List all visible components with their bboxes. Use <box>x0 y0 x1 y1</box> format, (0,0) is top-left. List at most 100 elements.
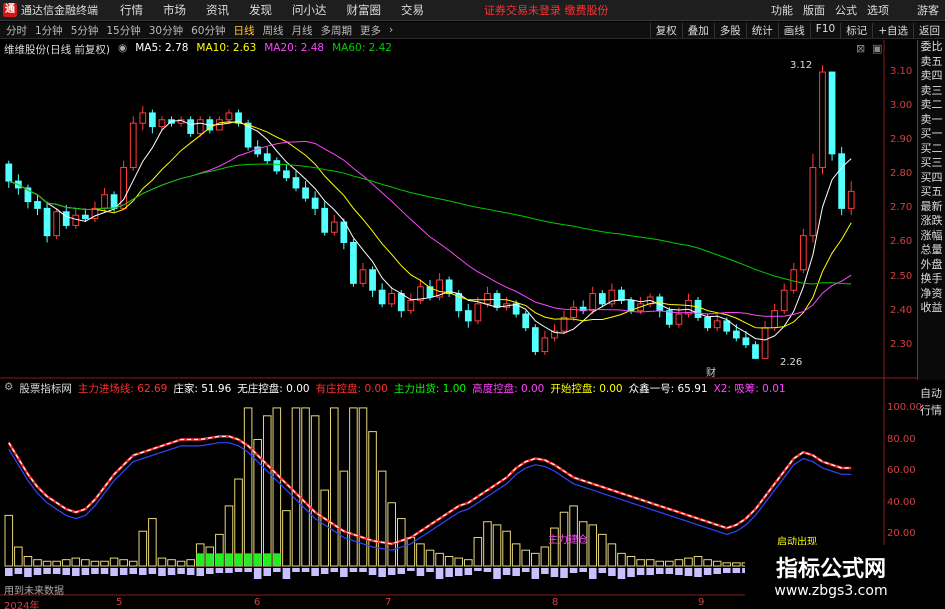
back-button[interactable]: 返回 <box>913 22 945 38</box>
indicator-bar <box>310 415 320 567</box>
negative-bar <box>569 568 578 573</box>
negative-bar <box>445 568 453 577</box>
indicator-bar <box>14 546 23 567</box>
indicator-bar <box>291 407 301 567</box>
indicator-bar <box>138 530 148 567</box>
price-axis-label: 3.00 <box>890 100 913 112</box>
indicator-bar <box>100 560 109 567</box>
negative-bar <box>139 568 147 575</box>
negative-bar <box>24 568 32 577</box>
quote-change-pct[interactable]: 涨幅 <box>918 229 945 244</box>
time-label-9: 9 <box>698 597 705 608</box>
candle-body <box>101 194 108 209</box>
negative-bar <box>225 568 233 573</box>
watermark-url: www.zbgs3.com <box>774 583 888 599</box>
quote-sell1[interactable]: 卖一 <box>918 113 945 128</box>
quote-volume[interactable]: 总量 <box>918 243 945 258</box>
negative-bar <box>531 568 540 579</box>
candle-body <box>723 320 731 332</box>
negative-bar <box>598 568 607 573</box>
candle-body <box>570 306 577 318</box>
side-auto[interactable]: 自动 <box>917 385 945 402</box>
candle-body <box>388 293 396 305</box>
quote-bid-ratio[interactable]: 委比 <box>918 40 945 55</box>
negative-bar <box>234 568 243 572</box>
candle-body <box>397 293 405 312</box>
negative-bar <box>320 568 329 574</box>
side-quotes[interactable]: 行情 <box>917 402 945 419</box>
indicator-bar <box>148 518 157 567</box>
indicator-bar <box>186 559 195 567</box>
quote-outer[interactable]: 外盘 <box>918 258 945 273</box>
negative-bar <box>100 568 109 574</box>
candle-body <box>187 119 195 134</box>
candle-body <box>330 221 338 233</box>
watermark: 指标公式网 www.zbgs3.com <box>745 545 917 607</box>
indicator-bar <box>272 407 282 567</box>
indicator-bar <box>234 478 243 567</box>
indicator-bar <box>42 560 52 567</box>
quote-turnover[interactable]: 换手 <box>918 272 945 287</box>
indicator-bar <box>712 560 722 567</box>
candle-body <box>196 119 204 134</box>
negative-bar <box>722 568 731 573</box>
negative-bar <box>91 568 99 574</box>
kline-chart[interactable] <box>0 0 917 609</box>
indicator-bar <box>109 557 119 567</box>
negative-bar <box>387 568 396 575</box>
negative-bar <box>273 568 281 572</box>
quote-sell3[interactable]: 卖三 <box>918 84 945 99</box>
indicator-axis-label: 20.00 <box>887 528 916 540</box>
candle-body <box>742 337 750 346</box>
quote-buy3[interactable]: 买三 <box>918 156 945 171</box>
candle-body <box>43 207 51 237</box>
indicator-bar <box>243 407 253 567</box>
quote-panel: 委比 卖五 卖四 卖三 卖二 卖一 买一 买二 买三 买四 买五 最新 涨跌 涨… <box>917 40 945 380</box>
negative-bar <box>52 568 61 574</box>
indicator-bar <box>511 543 521 567</box>
negative-bar <box>397 568 406 574</box>
candle-body <box>713 320 721 329</box>
price-axis-label: 2.50 <box>890 270 913 282</box>
quote-latest[interactable]: 最新 <box>918 200 945 215</box>
candle-body <box>694 299 702 318</box>
quote-buy4[interactable]: 买四 <box>918 171 945 186</box>
guest-user[interactable]: 游客 <box>917 2 939 18</box>
candle-body <box>819 71 826 168</box>
negative-bar <box>263 568 272 576</box>
indicator-bar <box>693 556 703 567</box>
negative-bar <box>426 568 434 572</box>
quote-change[interactable]: 涨跌 <box>918 214 945 229</box>
indicator-bar <box>645 559 655 567</box>
quote-net-assets[interactable]: 净资 <box>918 287 945 302</box>
candle-body <box>531 327 539 353</box>
indicator-bar <box>4 514 14 567</box>
negative-bar <box>244 568 252 572</box>
quote-sell4[interactable]: 卖四 <box>918 69 945 84</box>
ma60-line <box>8 163 852 285</box>
candle-body <box>618 289 625 301</box>
candle-body <box>5 163 13 182</box>
indicator-bar <box>81 559 90 567</box>
candle-body <box>771 310 779 329</box>
negative-bar <box>579 568 587 572</box>
negative-bar <box>119 568 128 575</box>
quote-earnings[interactable]: 收益 <box>918 301 945 316</box>
gear-icon[interactable]: ⚙ <box>4 381 13 396</box>
negative-bar <box>732 568 741 573</box>
indicator-bar <box>425 549 435 567</box>
indicator-bar <box>157 557 167 567</box>
side-buttons: 自动 行情 <box>917 385 945 419</box>
quote-sell2[interactable]: 卖二 <box>918 98 945 113</box>
indicator-bar <box>540 546 550 567</box>
quote-sell5[interactable]: 卖五 <box>918 55 945 70</box>
quote-buy2[interactable]: 买二 <box>918 142 945 157</box>
negative-bar <box>627 568 635 577</box>
quote-buy5[interactable]: 买五 <box>918 185 945 200</box>
indicator-bar <box>588 524 598 567</box>
quote-buy1[interactable]: 买一 <box>918 127 945 142</box>
negative-bar <box>206 568 214 574</box>
negative-bar <box>608 568 616 576</box>
low-price-label: 2.26 <box>780 357 803 368</box>
negative-bar <box>684 568 693 576</box>
